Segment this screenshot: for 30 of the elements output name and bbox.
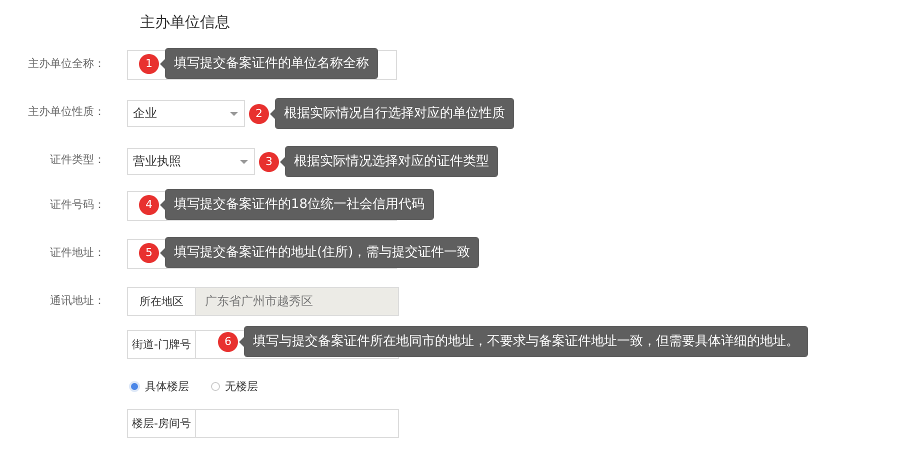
select-value: 营业执照 [133, 153, 181, 170]
field-label: 证件类型： [49, 152, 106, 168]
number-badge: 2 [249, 104, 269, 124]
field-value: 广东省广州市越秀区 [196, 288, 398, 315]
field-prefix: 楼层-房间号 [128, 410, 196, 437]
field-label: 通讯地址： [49, 293, 106, 309]
radio-label[interactable]: 无楼层 [225, 378, 258, 394]
caret-icon [230, 112, 238, 116]
caret-icon [240, 160, 248, 164]
number-badge: 3 [259, 152, 279, 172]
tooltip: 填写提交备案证件的18位统一社会信用代码 [165, 189, 434, 220]
field-label: 主办单位全称： [27, 56, 106, 72]
select-field[interactable]: 企业 [127, 100, 245, 127]
select-value: 企业 [133, 105, 157, 122]
field-label: 证件号码： [49, 197, 106, 213]
radio-label[interactable]: 具体楼层 [145, 378, 189, 394]
tooltip: 填写与提交备案证件所在地同市的地址，不要求与备案证件地址一致，但需要具体详细的地址。 [244, 326, 808, 357]
tooltip: 填写提交备案证件的单位名称全称 [165, 48, 378, 79]
field-label: 证件地址： [49, 245, 106, 261]
tooltip: 根据实际情况自行选择对应的单位性质 [275, 98, 514, 129]
section-title: 主办单位信息 [140, 12, 231, 33]
radio-button[interactable] [211, 382, 220, 390]
field-label: 主办单位性质： [27, 104, 106, 120]
radio-button[interactable] [129, 380, 140, 392]
select-field[interactable]: 营业执照 [127, 148, 255, 175]
input-field[interactable]: 楼层-房间号 [127, 409, 399, 438]
number-badge: 6 [218, 332, 238, 352]
field-prefix: 街道-门牌号 [128, 331, 196, 358]
tooltip: 填写提交备案证件的地址(住所)，需与提交证件一致 [165, 237, 480, 268]
tooltip: 根据实际情况选择对应的证件类型 [285, 146, 498, 177]
